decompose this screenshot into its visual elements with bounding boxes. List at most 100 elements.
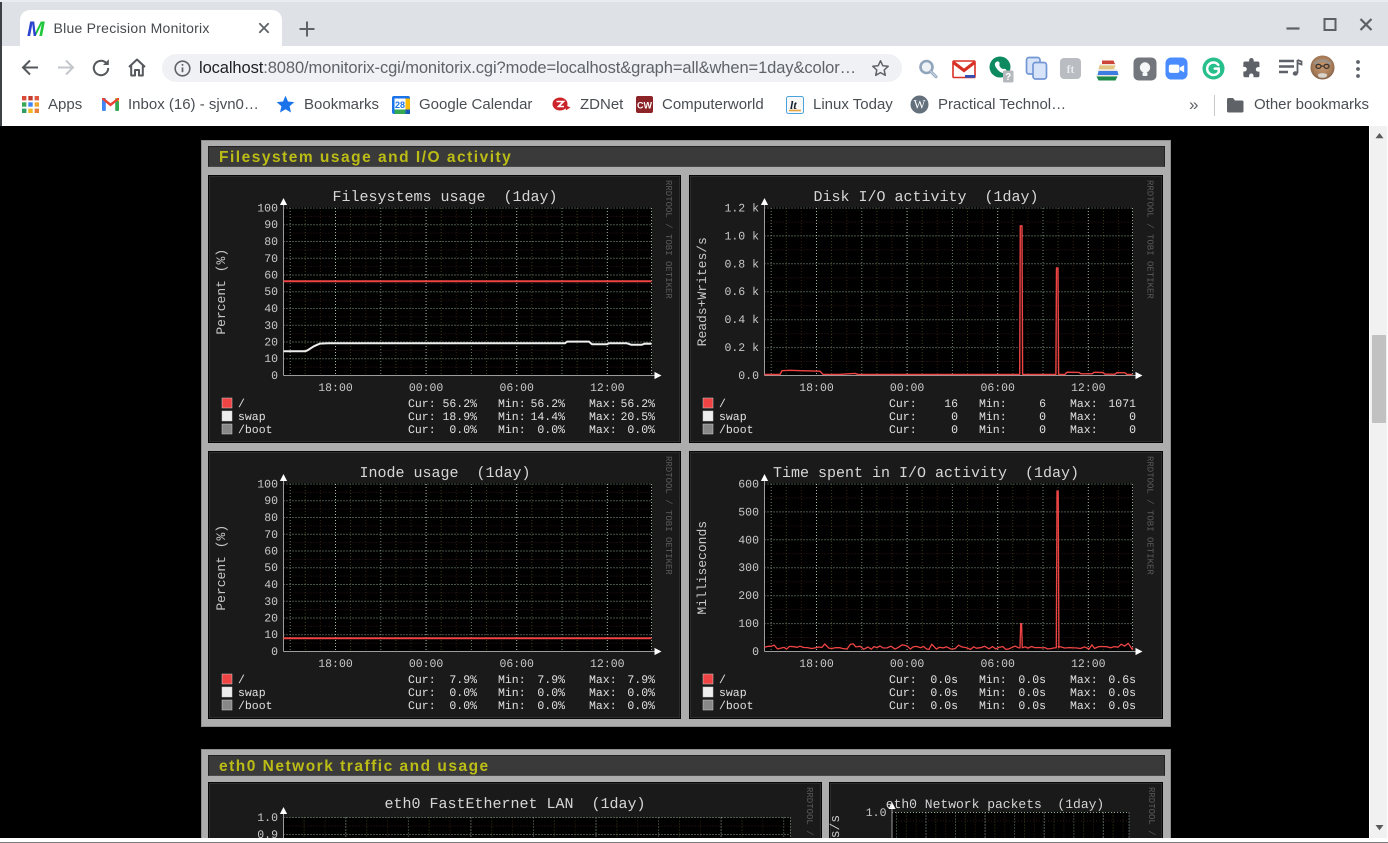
svg-text:06:00: 06:00 — [499, 382, 534, 395]
svg-text:12:00: 12:00 — [1071, 382, 1106, 395]
svg-text:1.2 k: 1.2 k — [724, 203, 759, 216]
svg-text:Cur:: Cur: — [889, 424, 917, 437]
svg-text:14.4%: 14.4% — [530, 411, 565, 424]
svg-text:0: 0 — [271, 646, 278, 659]
svg-text:400: 400 — [738, 534, 759, 547]
svg-text:12:00: 12:00 — [590, 658, 625, 671]
svg-text:0.0%: 0.0% — [627, 687, 655, 700]
svg-text:300: 300 — [738, 562, 759, 575]
svg-text:28: 28 — [395, 99, 405, 109]
svg-text:0: 0 — [1129, 424, 1136, 437]
svg-text:0.0%: 0.0% — [449, 687, 477, 700]
svg-text:Max:: Max: — [589, 411, 617, 424]
svg-text:/boot: /boot — [238, 700, 273, 713]
svg-text:12:00: 12:00 — [590, 382, 625, 395]
svg-text:16: 16 — [944, 398, 958, 411]
svg-text:Filesystems usage (1day): Filesystems usage (1day) — [332, 189, 557, 206]
svg-text:eth0 Network packets (1day): eth0 Network packets (1day) — [886, 797, 1104, 812]
svg-text:Cur:: Cur: — [889, 674, 917, 687]
svg-text:30: 30 — [264, 320, 278, 333]
svg-text:0: 0 — [271, 370, 278, 383]
svg-text:60: 60 — [264, 545, 278, 558]
svg-text:00:00: 00:00 — [408, 658, 443, 671]
svg-text:0.0s: 0.0s — [1108, 700, 1136, 713]
svg-text:0.0%: 0.0% — [627, 424, 655, 437]
svg-text:0.6 k: 0.6 k — [724, 286, 759, 299]
svg-text:0.6s: 0.6s — [1108, 674, 1136, 687]
svg-text:eth0 FastEthernet LAN (1day): eth0 FastEthernet LAN (1day) — [384, 796, 645, 813]
svg-text:0.0%: 0.0% — [627, 700, 655, 713]
svg-text:0.0s: 0.0s — [930, 674, 958, 687]
svg-text:Cur:: Cur: — [408, 674, 436, 687]
svg-text:Cur:: Cur: — [408, 398, 436, 411]
svg-text:Max:: Max: — [1070, 687, 1098, 700]
svg-text:Max:: Max: — [1070, 411, 1098, 424]
svg-text:20.5%: 20.5% — [620, 411, 655, 424]
svg-text:18.9%: 18.9% — [442, 411, 477, 424]
svg-text:swap: swap — [238, 687, 266, 700]
svg-text:40: 40 — [264, 579, 278, 592]
svg-text:Min:: Min: — [498, 411, 526, 424]
svg-text:06:00: 06:00 — [980, 658, 1015, 671]
svg-text:56.2%: 56.2% — [530, 398, 565, 411]
svg-text:70: 70 — [264, 253, 278, 266]
svg-text:06:00: 06:00 — [980, 382, 1015, 395]
svg-text:Min:: Min: — [979, 424, 1007, 437]
svg-text:Min:: Min: — [979, 398, 1007, 411]
svg-text:Min:: Min: — [498, 700, 526, 713]
svg-text:7.9%: 7.9% — [627, 674, 655, 687]
svg-text:Cur:: Cur: — [889, 700, 917, 713]
svg-text:80: 80 — [264, 236, 278, 249]
svg-text:600: 600 — [738, 478, 759, 491]
svg-text:Min:: Min: — [979, 700, 1007, 713]
svg-text:0.9: 0.9 — [257, 829, 278, 839]
svg-text:Cur:: Cur: — [889, 687, 917, 700]
svg-text:10: 10 — [264, 353, 278, 366]
svg-text:RRDTOOL / TOBI OETIKER: RRDTOOL / TOBI OETIKER — [1145, 456, 1155, 575]
svg-text:0: 0 — [752, 646, 759, 659]
svg-text:Min:: Min: — [979, 687, 1007, 700]
svg-text:CW: CW — [637, 101, 652, 111]
svg-text:Cur:: Cur: — [889, 398, 917, 411]
svg-text:0.0s: 0.0s — [930, 687, 958, 700]
svg-text:Min:: Min: — [979, 411, 1007, 424]
svg-text:Disk I/O activity (1day): Disk I/O activity (1day) — [813, 189, 1038, 206]
svg-text:M: M — [27, 18, 45, 40]
svg-text:Min:: Min: — [498, 687, 526, 700]
svg-text:/boot: /boot — [238, 424, 273, 437]
svg-text:Min:: Min: — [979, 674, 1007, 687]
svg-text:70: 70 — [264, 528, 278, 541]
svg-text:50: 50 — [264, 286, 278, 299]
svg-text:6: 6 — [1039, 398, 1046, 411]
svg-text:200: 200 — [738, 590, 759, 603]
svg-text:10: 10 — [264, 629, 278, 642]
svg-text:7.9%: 7.9% — [449, 674, 477, 687]
svg-text:swap: swap — [719, 687, 747, 700]
svg-text:Percent (%): Percent (%) — [214, 524, 229, 610]
svg-text:Percent (%): Percent (%) — [214, 249, 229, 335]
svg-text:0: 0 — [951, 411, 958, 424]
svg-text:60: 60 — [264, 270, 278, 283]
svg-text:Max:: Max: — [1070, 398, 1098, 411]
svg-text:0: 0 — [951, 424, 958, 437]
svg-text:Cur:: Cur: — [889, 411, 917, 424]
svg-text:Min:: Min: — [498, 398, 526, 411]
svg-text:0.0s: 0.0s — [1018, 700, 1046, 713]
svg-text:1071: 1071 — [1108, 398, 1136, 411]
svg-text:18:00: 18:00 — [318, 382, 353, 395]
svg-text:0.0%: 0.0% — [537, 700, 565, 713]
svg-text:30: 30 — [264, 595, 278, 608]
svg-text:?: ? — [1005, 72, 1011, 83]
svg-text:/: / — [719, 674, 726, 687]
svg-text:Max:: Max: — [589, 398, 617, 411]
svg-text:90: 90 — [264, 495, 278, 508]
svg-text:0.0%: 0.0% — [537, 687, 565, 700]
svg-text:56.2%: 56.2% — [442, 398, 477, 411]
svg-text:00:00: 00:00 — [890, 382, 925, 395]
svg-text:12:00: 12:00 — [1071, 658, 1106, 671]
svg-text:00:00: 00:00 — [408, 382, 443, 395]
svg-text:Packets/s: Packets/s — [829, 814, 843, 838]
svg-text:18:00: 18:00 — [318, 658, 353, 671]
svg-text:/boot: /boot — [719, 700, 754, 713]
svg-text:RRDTOOL / TOBI OETIKER: RRDTOOL / TOBI OETIKER — [663, 180, 673, 299]
